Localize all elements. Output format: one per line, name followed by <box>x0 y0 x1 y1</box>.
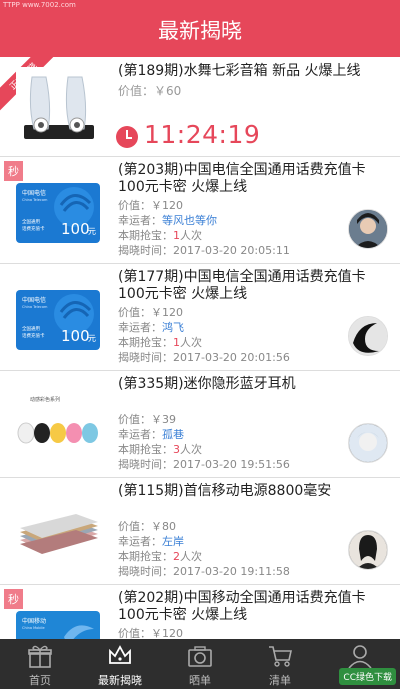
card-sub-2: 话费充值卡 <box>22 225 45 232</box>
speaker-thumbnail <box>16 67 102 145</box>
avatar[interactable] <box>348 423 388 463</box>
winner-link[interactable]: 鸿飞 <box>162 321 184 334</box>
power-bank-thumbnail <box>16 496 102 574</box>
card-brand: 中国电信 <box>22 296 46 304</box>
featured-item[interactable]: 正在揭晓 (第189期)水舞七彩音箱 新品 火爆上线 价值：￥60 11:24:… <box>0 57 400 157</box>
avatar[interactable] <box>348 316 388 356</box>
header-bar: TTPP www.7002.com 最新揭晓 <box>0 0 400 57</box>
gift-icon <box>28 645 52 668</box>
telecom-card-thumbnail: 中国电信 China Telecom 全国通用 话费充值卡 100 元 <box>16 183 100 243</box>
item-count: 本期抢宝：1人次 <box>118 336 202 349</box>
item-winner: 幸运者：鸿飞 <box>118 321 184 334</box>
card-unit: 元 <box>88 227 96 236</box>
item-title: (第115期)首信移动电源8800毫安 <box>118 483 332 499</box>
item-price: 价值：￥39 <box>118 413 176 426</box>
item-count: 本期抢宝：1人次 <box>118 229 202 242</box>
tab-showcase-label: 晒单 <box>189 674 211 687</box>
winner-link[interactable]: 等风也等你 <box>162 214 217 227</box>
tab-cart-label: 清单 <box>269 674 291 687</box>
item-title: (第202期)中国移动全国通用话费充值卡100元卡密 火爆上线 <box>118 590 366 623</box>
item-winner: 幸运者：等风也等你 <box>118 214 217 227</box>
list-item[interactable]: 秒 中国电信 China Telecom 全国通用 话费充值卡 100 元 (第… <box>0 157 400 264</box>
card-sub-1: 全国通用 <box>22 218 40 225</box>
tab-home[interactable]: 首页 <box>0 639 80 689</box>
card-brand-en: China Mobile <box>22 626 45 630</box>
tab-showcase[interactable]: 晒单 <box>160 639 240 689</box>
list-item[interactable]: 动感彩色系列 (第335期)迷你隐形蓝牙耳机 价值：￥39 幸运者：孤巷 本期抢… <box>0 371 400 478</box>
card-value: 100 <box>61 220 90 238</box>
item-time: 揭晓时间：2017-03-20 20:01:56 <box>118 351 290 364</box>
winner-link[interactable]: 左岸 <box>162 535 184 548</box>
user-icon <box>348 645 372 669</box>
clock-icon <box>116 126 138 148</box>
item-title: (第189期)水舞七彩音箱 新品 火爆上线 <box>118 63 361 79</box>
winner-link[interactable]: 孤巷 <box>162 428 184 441</box>
item-time: 揭晓时间：2017-03-20 20:05:11 <box>118 244 290 257</box>
item-count: 本期抢宝：3人次 <box>118 443 202 456</box>
list-item[interactable]: (第115期)首信移动电源8800毫安 价值：￥80 幸运者：左岸 本期抢宝：2… <box>0 478 400 585</box>
item-count: 本期抢宝：2人次 <box>118 550 202 563</box>
flash-badge: 秒 <box>4 161 23 181</box>
flash-badge: 秒 <box>4 589 23 609</box>
results-list[interactable]: 正在揭晓 (第189期)水舞七彩音箱 新品 火爆上线 价值：￥60 11:24:… <box>0 57 400 639</box>
item-winner: 幸运者：左岸 <box>118 535 184 548</box>
card-brand-en: China Telecom <box>22 198 48 202</box>
item-time: 揭晓时间：2017-03-20 19:51:56 <box>118 458 290 471</box>
item-time: 揭晓时间：2017-03-20 19:11:58 <box>118 565 290 578</box>
page-title: 最新揭晓 <box>158 19 242 43</box>
card-brand: 中国电信 <box>22 189 46 197</box>
watermark: TTPP www.7002.com <box>3 1 76 9</box>
bottom-tab-bar: 首页 最新揭晓 晒单 清单 CC绿色下载 <box>0 639 400 689</box>
card-value: 100 <box>61 327 90 345</box>
card-unit: 元 <box>88 334 96 343</box>
tab-cart[interactable]: 清单 <box>240 639 320 689</box>
mobile-card-thumbnail: 中国移动 China Mobile <box>16 611 100 639</box>
card-brand-en: China Telecom <box>22 305 48 309</box>
tab-home-label: 首页 <box>29 674 51 687</box>
avatar[interactable] <box>348 209 388 249</box>
list-item[interactable]: 秒 中国移动 China Mobile (第202期)中国移动全国通用话费充值卡… <box>0 585 400 639</box>
item-price: 价值：￥80 <box>118 520 176 533</box>
tab-latest[interactable]: 最新揭晓 <box>80 639 160 689</box>
card-brand: 中国移动 <box>22 617 46 625</box>
item-title: (第335期)迷你隐形蓝牙耳机 <box>118 376 296 392</box>
item-winner: 幸运者：孤巷 <box>118 428 184 441</box>
list-item[interactable]: 中国电信 China Telecom 全国通用 话费充值卡 100 元 (第17… <box>0 264 400 371</box>
item-price: 价值：￥120 <box>118 199 183 212</box>
crown-icon <box>109 645 131 664</box>
thumb-caption: 动感彩色系列 <box>30 396 60 403</box>
telecom-card-thumbnail: 中国电信 China Telecom 全国通用 话费充值卡 100 元 <box>16 290 100 350</box>
earphones-thumbnail: 动感彩色系列 <box>16 389 102 467</box>
camera-icon <box>188 646 212 667</box>
tab-latest-label: 最新揭晓 <box>98 674 142 687</box>
cart-icon <box>269 646 292 667</box>
countdown-time: 11:24:19 <box>144 120 261 149</box>
avatar[interactable] <box>348 530 388 570</box>
item-title: (第177期)中国电信全国通用话费充值卡100元卡密 火爆上线 <box>118 269 366 302</box>
item-price: 价值：￥120 <box>118 627 183 639</box>
corner-logo: CC绿色下载 <box>339 668 396 685</box>
item-price: 价值：￥60 <box>118 84 182 98</box>
card-sub-2: 话费充值卡 <box>22 332 45 339</box>
item-title: (第203期)中国电信全国通用话费充值卡100元卡密 火爆上线 <box>118 162 366 195</box>
card-sub-1: 全国通用 <box>22 325 40 332</box>
item-price: 价值：￥120 <box>118 306 183 319</box>
